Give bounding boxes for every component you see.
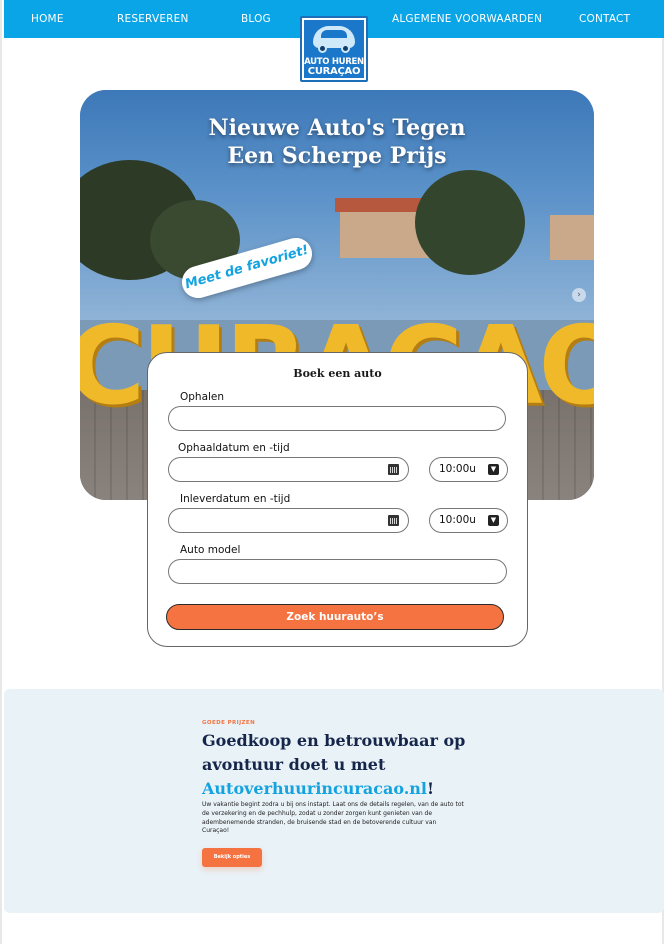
- calendar-icon[interactable]: [388, 515, 399, 526]
- pickup-datetime-label: Ophaaldatum en -tijd: [178, 442, 290, 454]
- pickup-location-input[interactable]: [168, 406, 506, 431]
- hero-title: Nieuwe Auto's Tegen Een Scherpe Prijs: [80, 114, 594, 170]
- booking-form-title: Boek een auto: [293, 367, 382, 380]
- promo-heading: Goedkoop en betrouwbaar op avontuur doet…: [202, 729, 482, 801]
- view-options-button[interactable]: Bekijk opties: [202, 848, 262, 867]
- chevron-down-icon[interactable]: ▼: [488, 464, 499, 475]
- car-model-input[interactable]: [168, 559, 507, 584]
- promo-kicker: GOEDE PRIJZEN: [202, 720, 256, 726]
- carousel-next-icon[interactable]: ›: [572, 288, 586, 302]
- nav-contact-link[interactable]: CONTACT: [579, 13, 630, 25]
- promo-heading-line3: Autoverhuurincuracao.nl!: [202, 777, 482, 801]
- search-cars-button[interactable]: Zoek huurauto’s: [166, 604, 504, 630]
- return-date-input[interactable]: [168, 508, 409, 533]
- promo-section: GOEDE PRIJZEN Goedkoop en betrouwbaar op…: [4, 689, 664, 913]
- promo-description: Uw vakantie begint zodra u bij ons insta…: [202, 801, 464, 835]
- pickup-location-label: Ophalen: [180, 391, 225, 403]
- nav-home-link[interactable]: HOME: [31, 13, 64, 25]
- logo-text-line2: CURAÇAO: [307, 66, 361, 77]
- hero-building: [550, 215, 594, 260]
- pickup-date-input[interactable]: [168, 457, 409, 482]
- nav-blog-link[interactable]: BLOG: [241, 13, 271, 25]
- calendar-icon[interactable]: [388, 464, 399, 475]
- hero-palm-tree: [415, 170, 525, 275]
- promo-brand-link[interactable]: Autoverhuurincuracao.nl: [202, 779, 427, 798]
- hero-title-line1: Nieuwe Auto's Tegen: [208, 115, 466, 141]
- booking-form: Boek een auto Ophalen Ophaaldatum en -ti…: [147, 352, 528, 647]
- pickup-time-select[interactable]: 10:00u ▼: [429, 457, 508, 482]
- nav-algemene-voorwaarden-link[interactable]: ALGEMENE VOORWAARDEN: [392, 13, 542, 25]
- page: HOME RESERVEREN BLOG ALGEMENE VOORWAARDE…: [0, 0, 664, 944]
- pickup-time-value: 10:00u: [439, 463, 476, 475]
- promo-brand-suffix: !: [427, 779, 435, 798]
- return-time-select[interactable]: 10:00u ▼: [429, 508, 508, 533]
- logo-badge: AUTO HUREN CURAÇAO: [304, 20, 364, 78]
- return-time-value: 10:00u: [439, 514, 476, 526]
- hero-title-line2: Een Scherpe Prijs: [227, 143, 447, 169]
- promo-heading-line1: Goedkoop en betrouwbaar op: [202, 731, 466, 750]
- site-logo[interactable]: AUTO HUREN CURAÇAO: [300, 16, 368, 82]
- chevron-down-icon[interactable]: ▼: [488, 515, 499, 526]
- logo-wheel-icon: [341, 44, 350, 53]
- promo-heading-line2: avontuur doet u met: [202, 755, 386, 774]
- logo-wheel-icon: [318, 44, 327, 53]
- nav-reserveren-link[interactable]: RESERVEREN: [117, 13, 189, 25]
- car-model-label: Auto model: [180, 544, 241, 556]
- return-datetime-label: Inleverdatum en -tijd: [180, 493, 291, 505]
